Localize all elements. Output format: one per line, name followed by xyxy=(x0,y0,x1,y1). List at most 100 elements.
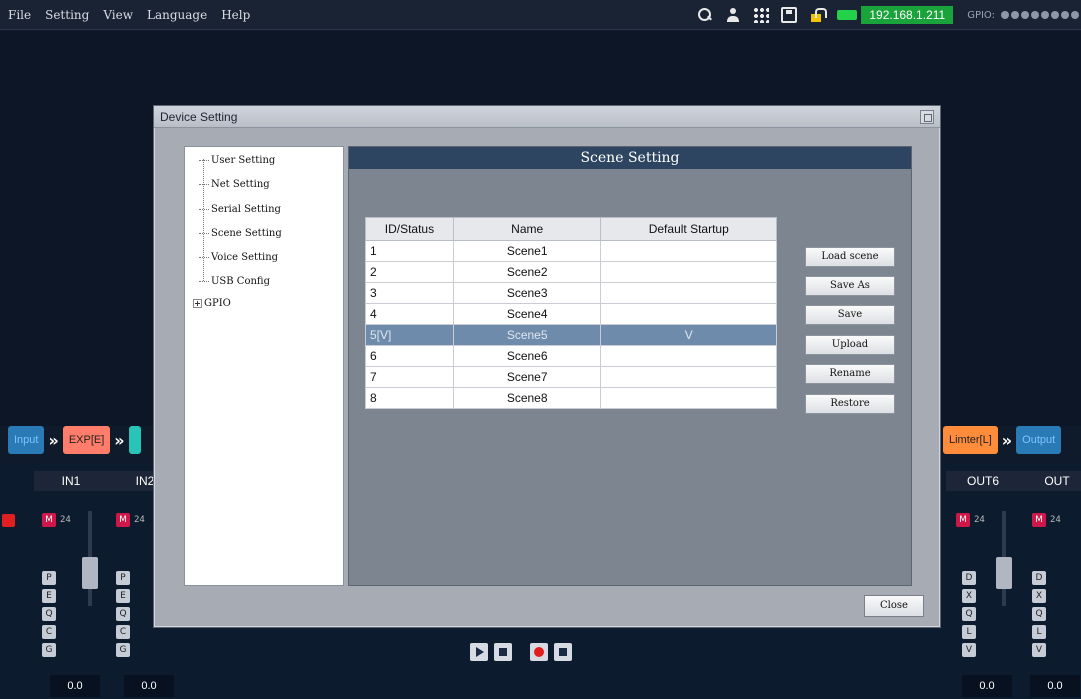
tree-item-voice-setting[interactable]: Voice Setting xyxy=(199,252,278,263)
table-row[interactable]: 3 Scene3 xyxy=(365,282,777,304)
maximize-icon[interactable] xyxy=(920,110,934,124)
q-button[interactable]: Q xyxy=(42,607,56,621)
channel-level[interactable]: 0.0 xyxy=(962,675,1012,697)
ip-address: 192.168.1.211 xyxy=(861,6,954,24)
grid-icon[interactable] xyxy=(753,7,770,23)
mute-button[interactable]: M xyxy=(42,513,56,527)
search-icon[interactable] xyxy=(697,7,713,23)
channel-level[interactable]: 0.0 xyxy=(50,675,100,697)
mute-button[interactable]: M xyxy=(1032,513,1046,527)
delay-button[interactable]: D xyxy=(1032,571,1046,585)
table-row[interactable]: 6 Scene6 xyxy=(365,345,777,367)
connection-status[interactable]: 192.168.1.211 xyxy=(837,4,954,26)
cell-id: 1 xyxy=(365,240,454,262)
phase-button[interactable]: P xyxy=(42,571,56,585)
tree-item-label: Net Setting xyxy=(211,179,270,190)
table-row[interactable]: 4 Scene4 xyxy=(365,303,777,325)
expand-icon[interactable] xyxy=(193,299,202,308)
cell-default xyxy=(600,387,777,409)
menu-view[interactable]: View xyxy=(103,8,133,22)
user-icon[interactable] xyxy=(725,7,741,23)
chain-exp[interactable]: EXP[E] xyxy=(62,426,111,454)
tree-item-net-setting[interactable]: Net Setting xyxy=(199,179,270,190)
tree-item-label: User Setting xyxy=(211,155,276,166)
save-as-button[interactable]: Save As xyxy=(805,276,895,296)
column-header-default: Default Startup xyxy=(600,217,777,241)
table-row[interactable]: 8 Scene8 xyxy=(365,387,777,409)
gpio-label: GPIO: xyxy=(967,9,995,21)
fader-handle[interactable] xyxy=(82,557,98,589)
menu-file[interactable]: File xyxy=(8,8,31,22)
menu-setting[interactable]: Setting xyxy=(45,8,89,22)
mute-button[interactable]: M xyxy=(956,513,970,527)
table-row[interactable]: 7 Scene7 xyxy=(365,366,777,388)
cell-name: Scene1 xyxy=(452,240,602,262)
mute-button[interactable]: M xyxy=(116,513,130,527)
comp-button[interactable]: C xyxy=(116,625,130,639)
cell-name: Scene3 xyxy=(452,282,602,304)
channel-level[interactable]: 0.0 xyxy=(124,675,174,697)
eq-button[interactable]: E xyxy=(116,589,130,603)
chain-input[interactable]: Input xyxy=(8,426,45,454)
cell-default xyxy=(600,261,777,283)
delay-button[interactable]: D xyxy=(962,571,976,585)
q-button[interactable]: Q xyxy=(962,607,976,621)
table-row[interactable]: 2 Scene2 xyxy=(365,261,777,283)
channel-strip-in1: IN1 M 24 P E Q C G 0.0 xyxy=(34,471,108,699)
cell-id: 3 xyxy=(365,282,454,304)
crossover-button[interactable]: X xyxy=(962,589,976,603)
cell-name: Scene7 xyxy=(452,366,602,388)
cell-name: Scene4 xyxy=(452,303,602,325)
stop-icon[interactable] xyxy=(554,643,572,661)
column-header-name: Name xyxy=(452,217,602,241)
close-button[interactable]: Close xyxy=(864,595,924,617)
chain-limiter[interactable]: Limter[L] xyxy=(943,426,998,454)
load-scene-button[interactable]: Load scene xyxy=(805,247,895,267)
db-label: 24 xyxy=(1050,515,1061,525)
menu-help[interactable]: Help xyxy=(221,8,250,22)
limiter-button[interactable]: L xyxy=(1032,625,1046,639)
upload-button[interactable]: Upload xyxy=(805,335,895,355)
q-button[interactable]: Q xyxy=(116,607,130,621)
crossover-button[interactable]: X xyxy=(1032,589,1046,603)
save-icon[interactable] xyxy=(781,7,798,23)
v-button[interactable]: V xyxy=(1032,643,1046,657)
play-icon[interactable] xyxy=(470,643,488,661)
rename-button[interactable]: Rename xyxy=(805,364,895,384)
channel-strip-out6: OUT6 M 24 D X Q L V 0.0 xyxy=(946,471,1020,699)
chain-next[interactable] xyxy=(128,426,141,454)
channel-name: IN1 xyxy=(34,471,108,491)
channel-strip-out7: OUT M 24 D X Q L V 0.0 xyxy=(1020,471,1081,699)
tree-item-user-setting[interactable]: User Setting xyxy=(199,155,275,166)
record-icon[interactable] xyxy=(530,643,548,661)
menu-language[interactable]: Language xyxy=(147,8,207,22)
chain-arrow-icon: » xyxy=(1001,430,1013,450)
tree-item-scene-setting[interactable]: Scene Setting xyxy=(199,228,282,239)
q-button[interactable]: Q xyxy=(1032,607,1046,621)
v-button[interactable]: V xyxy=(962,643,976,657)
scene-table: ID/Status Name Default Startup 1 Scene1 … xyxy=(365,217,777,409)
channel-name: OUT6 xyxy=(946,471,1020,491)
stop-icon[interactable] xyxy=(494,643,512,661)
lock-icon[interactable] xyxy=(809,7,828,23)
limiter-button[interactable]: L xyxy=(962,625,976,639)
tree-item-serial-setting[interactable]: Serial Setting xyxy=(199,204,281,215)
gpio-indicator xyxy=(1011,11,1019,19)
tree-item-gpio[interactable]: GPIO xyxy=(193,298,231,309)
tree-item-label: GPIO xyxy=(204,298,231,309)
chain-output[interactable]: Output xyxy=(1016,426,1062,454)
gate-button[interactable]: G xyxy=(42,643,56,657)
tree-item-usb-config[interactable]: USB Config xyxy=(199,276,270,287)
phase-button[interactable]: P xyxy=(116,571,130,585)
eq-button[interactable]: E xyxy=(42,589,56,603)
cell-default xyxy=(600,282,777,304)
restore-button[interactable]: Restore xyxy=(805,394,895,414)
save-button[interactable]: Save xyxy=(805,305,895,325)
comp-button[interactable]: C xyxy=(42,625,56,639)
fader-handle[interactable] xyxy=(996,557,1012,589)
channel-level[interactable]: 0.0 xyxy=(1030,675,1080,697)
gpio-indicator xyxy=(1021,11,1029,19)
gate-button[interactable]: G xyxy=(116,643,130,657)
table-row[interactable]: 1 Scene1 xyxy=(365,240,777,262)
table-row-selected[interactable]: 5[V] Scene5 V xyxy=(365,324,777,346)
